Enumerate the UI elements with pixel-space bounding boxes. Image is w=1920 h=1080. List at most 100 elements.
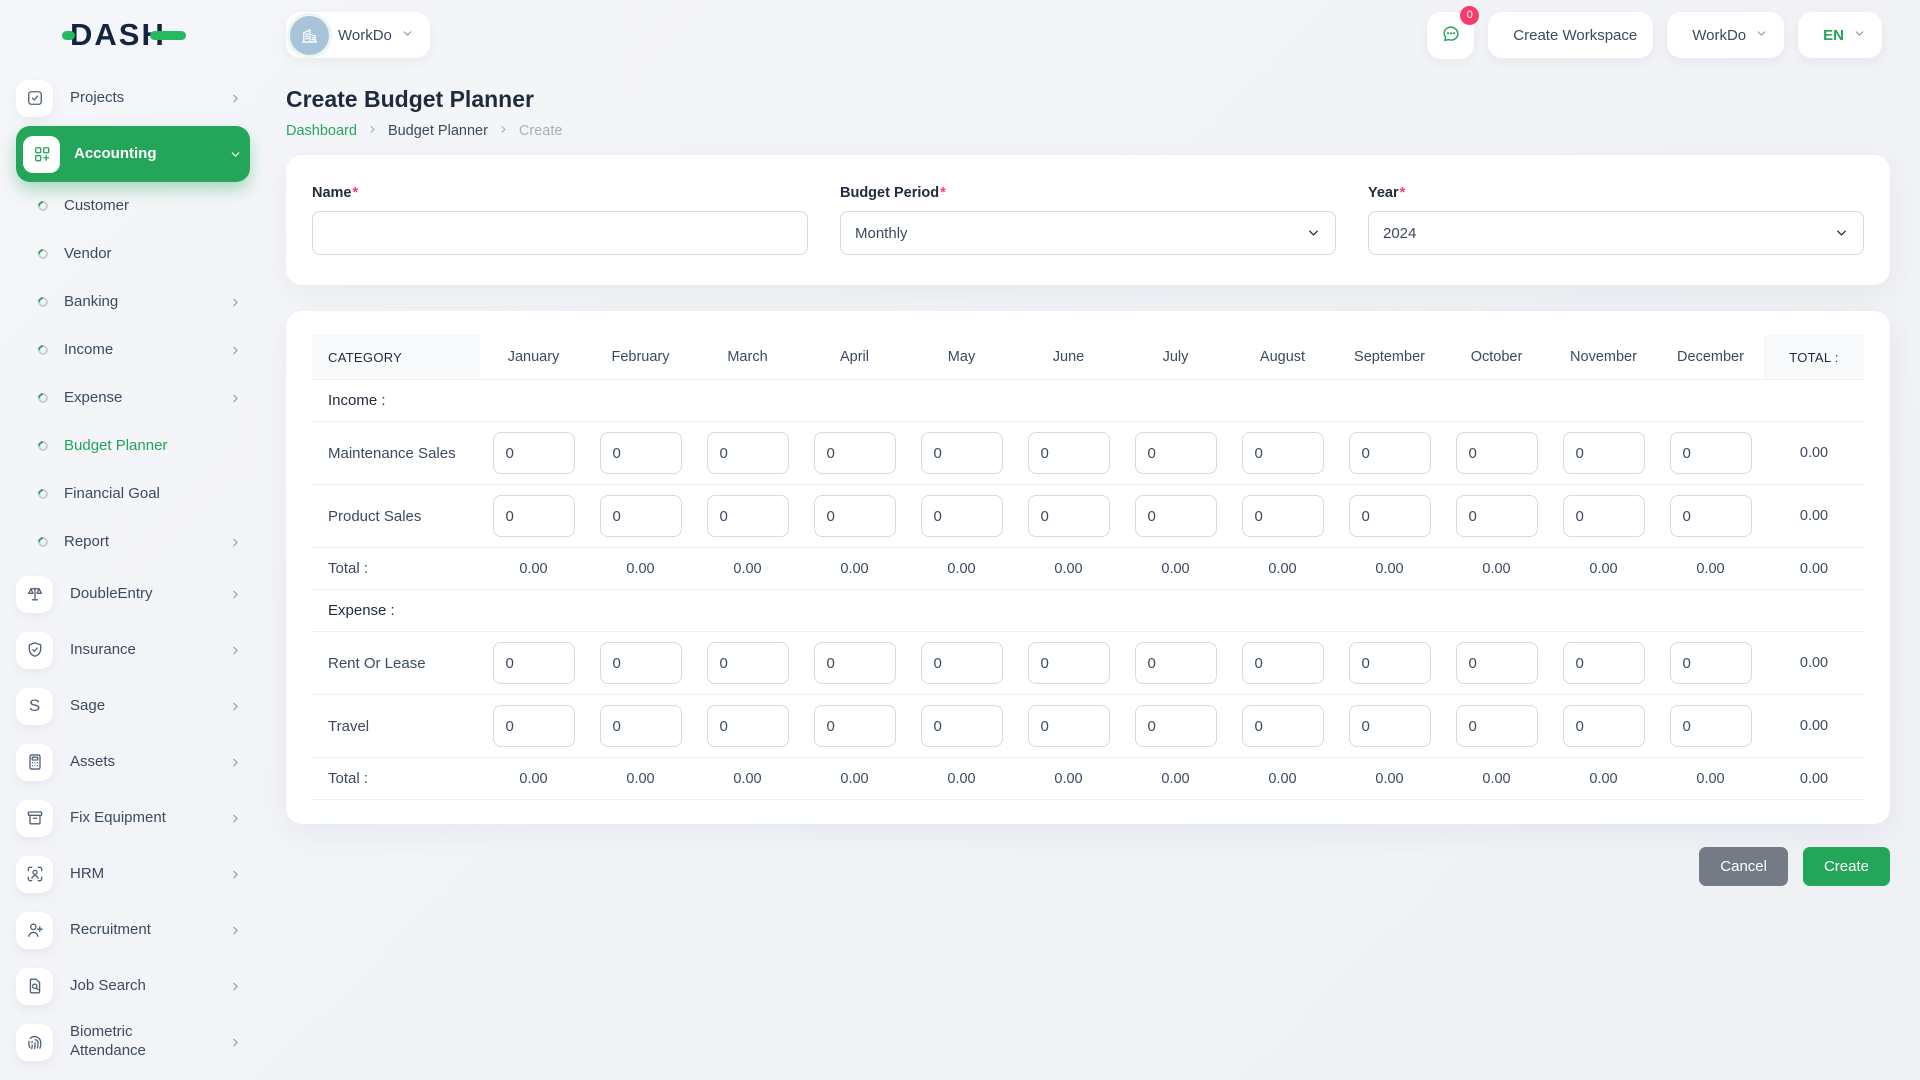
budget-input-maintenance-sales-august[interactable] xyxy=(1241,432,1324,474)
workspace-selector[interactable]: WorkDo xyxy=(286,12,430,58)
budget-input-travel-april[interactable] xyxy=(813,705,896,747)
budget-input-rent-or-lease-march[interactable] xyxy=(706,642,789,684)
sidebar-item-job-search[interactable]: Job Search xyxy=(16,958,250,1014)
budget-input-product-sales-december[interactable] xyxy=(1669,495,1752,537)
brand-logo[interactable]: DASH xyxy=(16,0,278,70)
row-total: 0.00 xyxy=(1799,655,1829,671)
budget-input-travel-december[interactable] xyxy=(1669,705,1752,747)
budget-input-rent-or-lease-january[interactable] xyxy=(492,642,575,684)
sidebar-item-banking[interactable]: Banking xyxy=(16,278,250,326)
budget-input-maintenance-sales-february[interactable] xyxy=(599,432,682,474)
logo-accent-notch xyxy=(62,30,75,40)
row-total: 0.00 xyxy=(1799,508,1829,524)
budget-input-travel-february[interactable] xyxy=(599,705,682,747)
budget-input-travel-october[interactable] xyxy=(1455,705,1538,747)
sidebar-item-report[interactable]: Report xyxy=(16,518,250,566)
total-header: TOTAL : xyxy=(1764,335,1864,380)
sidebar-item-biometric-attendance[interactable]: Biometric Attendance xyxy=(16,1014,250,1070)
budget-input-rent-or-lease-july[interactable] xyxy=(1134,642,1217,684)
budget-input-product-sales-august[interactable] xyxy=(1241,495,1324,537)
budget-input-product-sales-november[interactable] xyxy=(1562,495,1645,537)
column-total-august: 0.00 xyxy=(1268,560,1297,577)
budget-input-travel-july[interactable] xyxy=(1134,705,1217,747)
breadcrumb-budget-planner[interactable]: Budget Planner xyxy=(388,123,488,139)
chevron-right-icon xyxy=(229,344,242,357)
budget-input-product-sales-october[interactable] xyxy=(1455,495,1538,537)
sidebar-item-doubleentry[interactable]: DoubleEntry xyxy=(16,566,250,622)
sidebar-item-vendor[interactable]: Vendor xyxy=(16,230,250,278)
budget-input-rent-or-lease-december[interactable] xyxy=(1669,642,1752,684)
column-total-december: 0.00 xyxy=(1696,770,1725,787)
budget-input-maintenance-sales-january[interactable] xyxy=(492,432,575,474)
sidebar-item-accounting[interactable]: Accounting xyxy=(16,126,250,182)
sidebar-item-expense[interactable]: Expense xyxy=(16,374,250,422)
budget-input-rent-or-lease-february[interactable] xyxy=(599,642,682,684)
budget-input-travel-august[interactable] xyxy=(1241,705,1324,747)
language-selector[interactable]: EN xyxy=(1798,12,1882,61)
budget-input-rent-or-lease-may[interactable] xyxy=(920,642,1003,684)
budget-input-rent-or-lease-september[interactable] xyxy=(1348,642,1431,684)
budget-input-maintenance-sales-october[interactable] xyxy=(1455,432,1538,474)
column-total-september: 0.00 xyxy=(1375,770,1404,787)
budget-input-rent-or-lease-october[interactable] xyxy=(1455,642,1538,684)
budget-input-maintenance-sales-november[interactable] xyxy=(1562,432,1645,474)
budget-input-travel-november[interactable] xyxy=(1562,705,1645,747)
budget-input-rent-or-lease-august[interactable] xyxy=(1241,642,1324,684)
budget-input-maintenance-sales-april[interactable] xyxy=(813,432,896,474)
budget-input-maintenance-sales-september[interactable] xyxy=(1348,432,1431,474)
breadcrumb-dashboard[interactable]: Dashboard xyxy=(286,123,357,139)
calculator-icon xyxy=(16,743,53,781)
section-label: Income : xyxy=(328,392,386,409)
budget-input-product-sales-january[interactable] xyxy=(492,495,575,537)
budget-input-rent-or-lease-november[interactable] xyxy=(1562,642,1645,684)
budget-input-travel-may[interactable] xyxy=(920,705,1003,747)
budget-input-product-sales-march[interactable] xyxy=(706,495,789,537)
sidebar-item-insurance[interactable]: Insurance xyxy=(16,622,250,678)
sidebar-item-financial-goal[interactable]: Financial Goal xyxy=(16,470,250,518)
workspace-menu-button[interactable]: WorkDo xyxy=(1667,12,1785,60)
budget-input-travel-january[interactable] xyxy=(492,705,575,747)
cancel-button[interactable]: Cancel xyxy=(1699,847,1788,886)
category-row-travel: Travel 0.00 xyxy=(312,694,1864,758)
sidebar-item-customer[interactable]: Customer xyxy=(16,182,250,230)
budget-input-maintenance-sales-july[interactable] xyxy=(1134,432,1217,474)
budget-period-select[interactable]: Monthly xyxy=(840,211,1336,255)
sidebar-item-assets[interactable]: Assets xyxy=(16,734,250,790)
messages-button[interactable]: 0 xyxy=(1427,5,1480,59)
workspace-name: WorkDo xyxy=(338,26,392,44)
sidebar-item-projects[interactable]: Projects xyxy=(16,70,250,126)
budget-input-maintenance-sales-june[interactable] xyxy=(1027,432,1110,474)
budget-input-product-sales-february[interactable] xyxy=(599,495,682,537)
create-button[interactable]: Create xyxy=(1802,847,1890,886)
budget-input-product-sales-september[interactable] xyxy=(1348,495,1431,537)
ring-bullet-icon xyxy=(35,294,51,310)
budget-input-rent-or-lease-april[interactable] xyxy=(813,642,896,684)
year-select[interactable]: 2024 xyxy=(1368,211,1864,255)
chevron-right-icon xyxy=(367,123,378,139)
sidebar-item-fix-equipment[interactable]: Fix Equipment xyxy=(16,790,250,846)
sidebar-item-budget-planner[interactable]: Budget Planner xyxy=(16,422,250,470)
budget-input-product-sales-april[interactable] xyxy=(813,495,896,537)
create-workspace-button[interactable]: Create Workspace xyxy=(1488,12,1654,60)
chevron-right-icon xyxy=(229,812,242,825)
budget-input-maintenance-sales-may[interactable] xyxy=(920,432,1003,474)
budget-input-rent-or-lease-june[interactable] xyxy=(1027,642,1110,684)
name-input[interactable] xyxy=(312,211,808,255)
sidebar-item-income[interactable]: Income xyxy=(16,326,250,374)
budget-input-travel-june[interactable] xyxy=(1027,705,1110,747)
sidebar-item-label: Accounting xyxy=(74,144,157,162)
budget-input-product-sales-july[interactable] xyxy=(1134,495,1217,537)
sidebar-item-label: Expense xyxy=(64,388,123,406)
budget-input-product-sales-may[interactable] xyxy=(920,495,1003,537)
breadcrumb-create: Create xyxy=(518,123,563,139)
sidebar-item-sage[interactable]: S Sage xyxy=(16,678,250,734)
budget-input-maintenance-sales-december[interactable] xyxy=(1669,432,1752,474)
sidebar-item-hrm[interactable]: HRM xyxy=(16,846,250,902)
month-header-october: October xyxy=(1470,349,1523,365)
chevron-down-icon xyxy=(1755,27,1768,44)
budget-input-travel-september[interactable] xyxy=(1348,705,1431,747)
budget-input-travel-march[interactable] xyxy=(706,705,789,747)
budget-input-maintenance-sales-march[interactable] xyxy=(706,432,789,474)
sidebar-item-recruitment[interactable]: Recruitment xyxy=(16,902,250,958)
budget-input-product-sales-june[interactable] xyxy=(1027,495,1110,537)
